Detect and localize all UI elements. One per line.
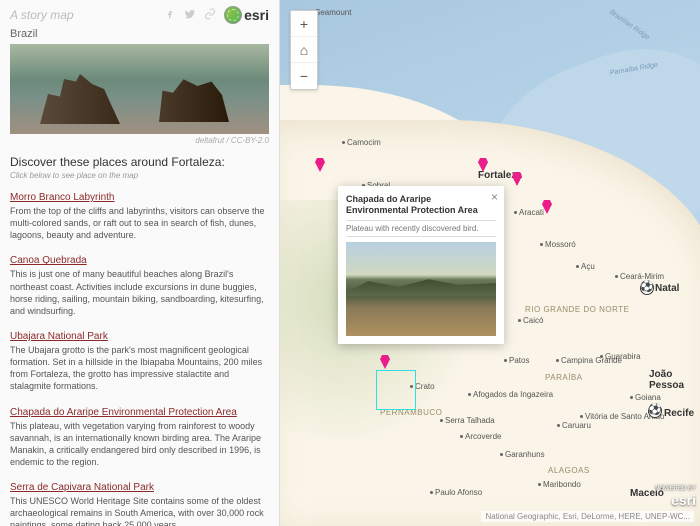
place-item: Chapada do Araripe Environmental Protect… [10, 407, 269, 469]
image-credit: deltafrut / CC-BY-2.0 [10, 136, 269, 145]
story-title: A story map [10, 8, 74, 22]
place-desc: This UNESCO World Heritage Site contains… [10, 495, 269, 526]
city-label-major: João Pessoa [649, 369, 700, 391]
location-label: Brazil [10, 28, 269, 40]
place-desc: The Ubajara grotto is the park's most ma… [10, 344, 269, 393]
sidebar: A story map esri Brazil deltafrut / CC-B… [0, 0, 280, 526]
city-label: Caicó [518, 316, 543, 325]
city-label: Açu [576, 262, 595, 271]
city-label: Goiana [630, 393, 661, 402]
share-icons: esri [164, 6, 269, 24]
city-label: Camocim [342, 138, 381, 147]
map-controls: + ⌂ − [290, 10, 318, 90]
city-label: Aracati [514, 208, 544, 217]
selection-box [376, 370, 416, 410]
esri-logo[interactable]: esri [224, 6, 269, 24]
globe-icon [224, 6, 242, 24]
link-icon[interactable] [204, 7, 216, 23]
popup-title: Chapada do Araripe Environmental Protect… [346, 194, 496, 216]
place-link[interactable]: Ubajara National Park [10, 331, 269, 342]
home-button[interactable]: ⌂ [291, 37, 317, 63]
city-label: Arcoverde [460, 432, 501, 441]
place-item: Canoa Quebrada This is just one of many … [10, 255, 269, 317]
city-label: Afogados da Ingazeira [468, 390, 553, 399]
city-label-major: Natal [655, 283, 679, 294]
state-label: ALAGOAS [548, 466, 590, 475]
soccer-icon[interactable] [648, 404, 662, 418]
state-label: PARAÍBA [545, 373, 583, 382]
hero-image [10, 44, 269, 134]
city-label: Mossoró [540, 240, 576, 249]
zoom-out-button[interactable]: − [291, 63, 317, 89]
place-desc: From the top of the cliffs and labyrinth… [10, 205, 269, 241]
place-link[interactable]: Serra de Capivara National Park [10, 482, 269, 493]
facebook-icon[interactable] [164, 7, 176, 23]
place-item: Morro Branco Labyrinth From the top of t… [10, 192, 269, 241]
powered-name: esri [671, 492, 696, 508]
popup-image [346, 242, 496, 336]
map-popup: × Chapada do Araripe Environmental Prote… [338, 186, 504, 344]
place-item: Ubajara National Park The Ubajara grotto… [10, 331, 269, 393]
map[interactable]: Brazilian RidgeParnaíba RidgeRIO GRANDE … [280, 0, 700, 526]
city-label: Maribondo [538, 480, 581, 489]
map-attribution: National Geographic, Esri, DeLorme, HERE… [481, 511, 694, 522]
city-label: Caruaru [557, 421, 591, 430]
city-label: Patos [504, 356, 529, 365]
sidebar-header: A story map esri [10, 6, 269, 24]
city-label: Guarabira [600, 352, 641, 361]
city-label: Paulo Afonso [430, 488, 482, 497]
twitter-icon[interactable] [184, 7, 196, 23]
city-label: Serra Talhada [440, 416, 495, 425]
place-link[interactable]: Canoa Quebrada [10, 255, 269, 266]
place-link[interactable]: Chapada do Araripe Environmental Protect… [10, 407, 269, 418]
place-link[interactable]: Morro Branco Labyrinth [10, 192, 269, 203]
place-item: Serra de Capivara National Park This UNE… [10, 482, 269, 526]
city-label-major: Recife [664, 408, 694, 419]
close-icon[interactable]: × [491, 190, 498, 204]
city-label: Garanhuns [500, 450, 545, 459]
place-desc: This is just one of many beautiful beach… [10, 268, 269, 317]
zoom-in-button[interactable]: + [291, 11, 317, 37]
state-label: RIO GRANDE DO NORTE [525, 305, 629, 314]
discover-hint: Click below to see place on the map [10, 171, 269, 180]
discover-heading: Discover these places around Fortaleza: [10, 155, 269, 169]
soccer-icon[interactable] [640, 281, 654, 295]
popup-subtitle: Plateau with recently discovered bird. [346, 220, 496, 237]
place-desc: This plateau, with vegetation varying fr… [10, 420, 269, 469]
powered-by-esri: POWERED BY esri [655, 486, 696, 508]
